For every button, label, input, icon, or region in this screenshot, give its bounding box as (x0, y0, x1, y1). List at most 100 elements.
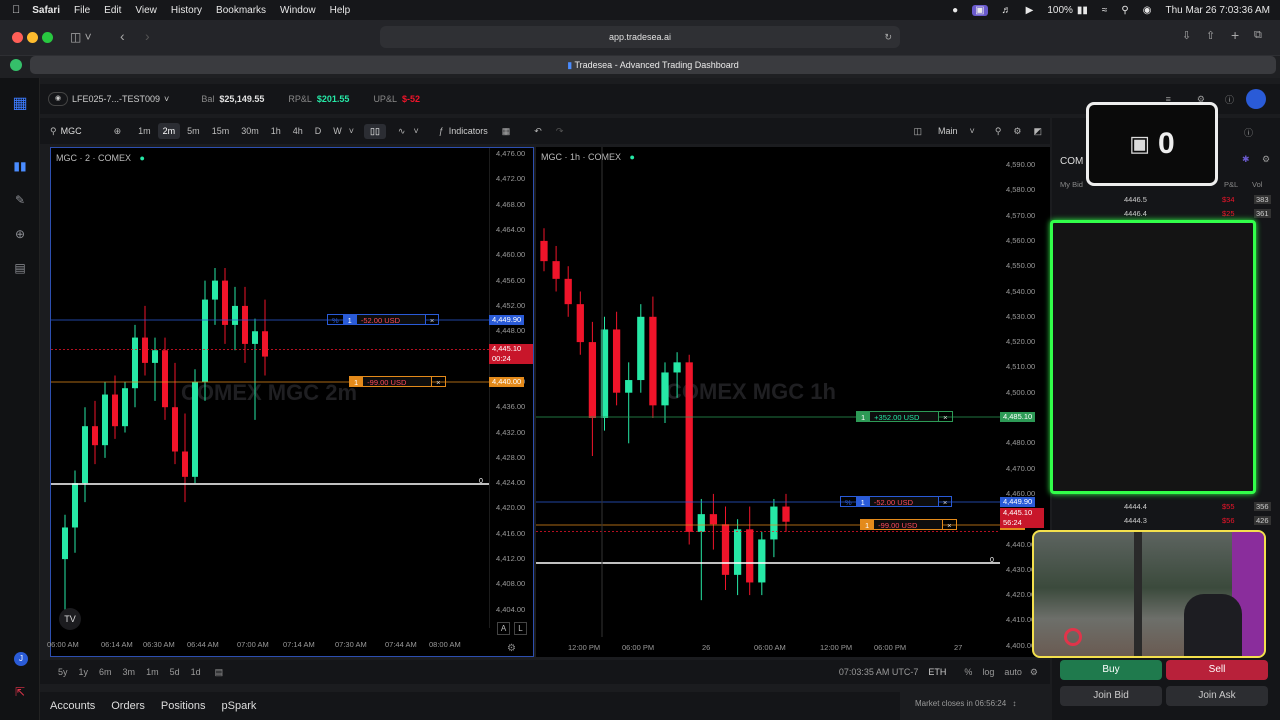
calendar-icon[interactable]: ▤ (215, 667, 224, 678)
buy-button[interactable]: Buy (1060, 660, 1162, 680)
chart-settings-icon[interactable]: ⚙ (1013, 126, 1021, 137)
user-avatar[interactable]: J (14, 652, 28, 666)
tf-4h[interactable]: 4h (288, 123, 308, 139)
add-symbol-icon[interactable]: ⊕ (114, 126, 122, 137)
tf-d[interactable]: D (310, 123, 327, 139)
percent-toggle[interactable]: % (964, 667, 972, 677)
volume-icon[interactable]: ♬ (1002, 5, 1012, 16)
order-label[interactable]: % 1 -52.00 USD × (327, 314, 440, 325)
order-label[interactable]: % 1 -52.00 USD × (840, 496, 953, 507)
screen-share-icon[interactable]: ▣ (972, 4, 988, 16)
order-percent[interactable]: % (327, 314, 344, 325)
order-qty[interactable]: 1 (349, 376, 364, 387)
chart-options-icon[interactable]: ⚙ (1030, 667, 1038, 678)
menu-bookmarks[interactable]: Bookmarks (216, 5, 266, 16)
forward-arrow-icon[interactable]: › (145, 28, 150, 44)
session-selector[interactable]: ETH (928, 667, 946, 677)
price-axis[interactable]: 4,476.00 4,472.00 4,468.00 4,464.00 4,460.00… (489, 148, 535, 628)
control-center-icon[interactable]: ◉ (1143, 5, 1152, 16)
new-tab-icon[interactable]: + (1231, 27, 1239, 43)
layout-selector[interactable]: Main (938, 126, 958, 136)
tab-orders[interactable]: Orders (111, 700, 145, 712)
tf-15m[interactable]: 15m (207, 123, 235, 139)
dom-info-icon[interactable]: ⓘ (1244, 126, 1253, 139)
account-selector[interactable]: ◉ LFE025-7...-TEST009 ˅ (48, 92, 169, 106)
range-6m[interactable]: 6m (99, 667, 112, 677)
order-qty[interactable]: 1 (855, 496, 870, 507)
auto-toggle[interactable]: auto (1004, 667, 1022, 677)
record-icon[interactable]: ● (952, 5, 958, 16)
tab-accounts[interactable]: Accounts (50, 700, 95, 712)
range-3m[interactable]: 3m (123, 667, 136, 677)
chart-nav-icon[interactable]: ▮▮ (12, 158, 28, 174)
candlestick-chart-1h[interactable] (536, 147, 1000, 637)
candle-type-icon[interactable]: ▯▯ (364, 123, 386, 139)
reload-icon[interactable]: ↻ (884, 26, 892, 48)
tab-positions[interactable]: Positions (161, 700, 206, 712)
order-label[interactable]: 1 -99.00 USD × (860, 519, 957, 530)
menu-window[interactable]: Window (280, 5, 316, 16)
cancel-order-icon[interactable]: × (937, 496, 953, 507)
layout-split-icon[interactable]: ◫ (914, 126, 923, 137)
compass-nav-icon[interactable]: ⊕ (12, 226, 28, 242)
beta-logo-icon[interactable] (1246, 89, 1266, 109)
range-1d[interactable]: 1d (191, 667, 201, 677)
tf-1h[interactable]: 1h (266, 123, 286, 139)
search-icon[interactable]: ⚲ (1121, 5, 1128, 16)
app-logo-icon[interactable]: ▦ (12, 96, 28, 112)
zoom-window-button[interactable] (42, 32, 53, 43)
templates-icon[interactable]: ▦ (502, 126, 511, 137)
axis-log-button[interactable]: L (514, 622, 527, 635)
share-icon[interactable]: ⇧ (1206, 29, 1215, 42)
line-tool-icon[interactable]: ∿ (398, 126, 406, 137)
order-label[interactable]: 1 +352.00 USD × (856, 411, 953, 422)
menu-datetime[interactable]: Thu Mar 26 7:03:36 AM (1165, 5, 1270, 16)
battery-icon[interactable]: ▮▮ (1077, 5, 1088, 16)
logout-icon[interactable]: ⇱ (12, 684, 28, 700)
candlestick-chart-2m[interactable] (51, 148, 489, 628)
tf-1m[interactable]: 1m (133, 123, 156, 139)
chart-pane-2m[interactable]: MGC · 2 · COMEX ● COMEX MGC 2m 4,476.00 4… (47, 147, 535, 657)
menu-file[interactable]: File (74, 5, 90, 16)
tf-w[interactable]: W (328, 123, 347, 139)
range-5d[interactable]: 5d (170, 667, 180, 677)
symbol-search[interactable]: ⚲ MGC (50, 126, 82, 137)
line-tool-chevron-icon[interactable]: ˅ (413, 126, 418, 136)
dom-symbol[interactable]: COM (1060, 156, 1083, 167)
download-icon[interactable]: ⇩ (1182, 29, 1191, 42)
order-qty[interactable]: 1 (860, 519, 875, 530)
indicators-button[interactable]: ƒ Indicators (439, 126, 488, 136)
order-qty[interactable]: 1 (342, 314, 357, 325)
tab-overview-icon[interactable]: ⧉ (1254, 29, 1262, 42)
play-icon[interactable]: ▶ (1026, 5, 1034, 16)
menu-edit[interactable]: Edit (104, 5, 121, 16)
tab-pspark[interactable]: pSpark (222, 700, 257, 712)
layout-chevron-icon[interactable]: ˅ (970, 126, 975, 136)
dom-row[interactable]: 4444.3 $56 426 (1052, 516, 1280, 528)
chart-clock[interactable]: 07:03:35 AM UTC-7 (839, 667, 919, 677)
dom-settings-icon[interactable]: ⚙ (1262, 154, 1270, 165)
join-ask-button[interactable]: Join Ask (1166, 686, 1268, 706)
cancel-order-icon[interactable]: × (431, 376, 446, 387)
tf-5m[interactable]: 5m (182, 123, 205, 139)
order-qty[interactable]: 1 (856, 411, 871, 422)
time-axis[interactable]: 12:00 PM 06:00 PM 26 06:00 AM 12:00 PM 06:00 … (536, 643, 1000, 657)
market-status-chevron-icon[interactable]: ↕ (1012, 699, 1016, 708)
join-bid-button[interactable]: Join Bid (1060, 686, 1162, 706)
log-toggle[interactable]: log (982, 667, 994, 677)
time-axis[interactable]: 06:00 AM 06:14 AM 06:30 AM 06:44 AM 07:00 AM… (47, 640, 489, 654)
camera-icon[interactable]: ◩ (1033, 126, 1042, 137)
order-label[interactable]: 1 -99.00 USD × (349, 376, 446, 387)
draw-nav-icon[interactable]: ✎ (12, 192, 28, 208)
apple-icon[interactable]:  (12, 4, 20, 16)
cancel-order-icon[interactable]: × (942, 519, 957, 530)
dom-row[interactable]: 4444.4 $55 356 (1052, 502, 1280, 514)
tf-2m[interactable]: 2m (157, 123, 181, 139)
wifi-icon[interactable]: ≈ (1102, 5, 1108, 16)
order-percent[interactable]: % (840, 496, 857, 507)
chart-pane-1h[interactable]: MGC · 1h · COMEX ● COMEX MGC 1h 4,590.00… (536, 147, 1050, 657)
cancel-order-icon[interactable]: × (938, 411, 953, 422)
axis-auto-button[interactable]: A (497, 622, 510, 635)
browser-tab[interactable]: ▮ Tradesea - Advanced Trading Dashboard (30, 56, 1276, 74)
dom-row[interactable]: 4446.5 $34 383 (1052, 195, 1280, 207)
